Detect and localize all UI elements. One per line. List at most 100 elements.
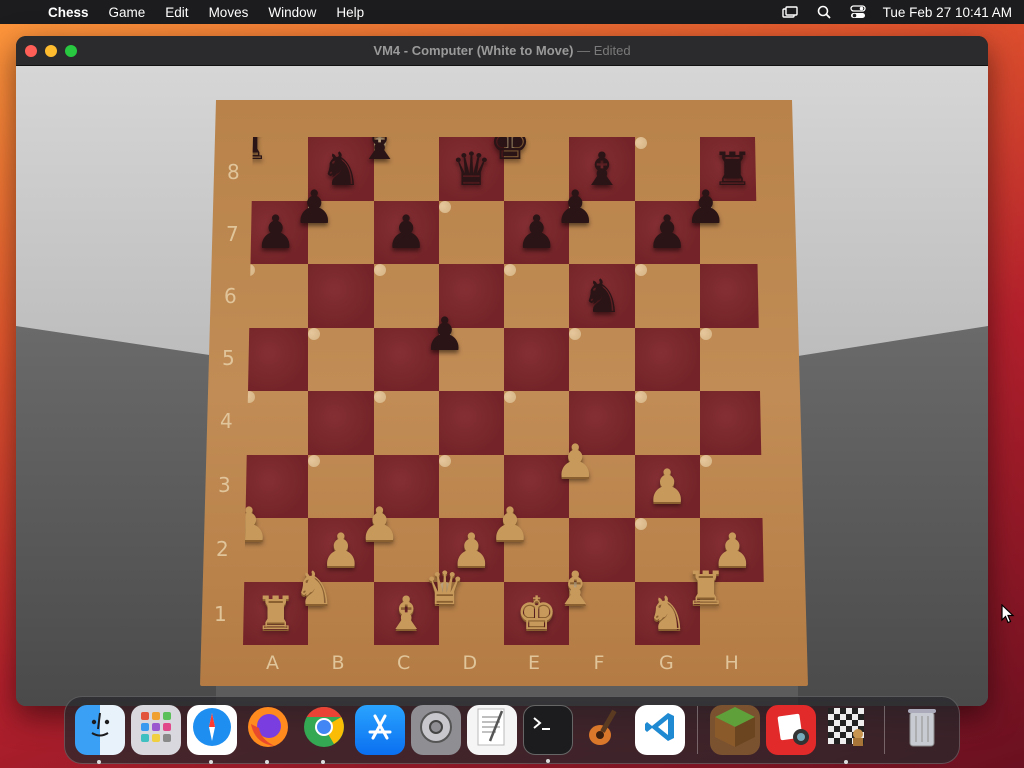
square-e2[interactable]: ♟ bbox=[489, 501, 530, 547]
white-bishop-c1[interactable]: ♝ bbox=[386, 590, 427, 636]
dock-trash[interactable] bbox=[897, 705, 947, 755]
square-b7[interactable]: ♟ bbox=[294, 184, 335, 230]
square-g6[interactable] bbox=[634, 264, 647, 276]
square-g4[interactable] bbox=[634, 391, 647, 403]
square-h1[interactable]: ♜ bbox=[685, 565, 726, 611]
black-pawn-g7[interactable]: ♟ bbox=[647, 209, 688, 255]
square-d4[interactable] bbox=[438, 391, 504, 455]
square-b5[interactable] bbox=[308, 327, 321, 340]
dock-finder[interactable] bbox=[75, 705, 125, 764]
white-knight-g1[interactable]: ♞ bbox=[647, 590, 688, 636]
clock[interactable]: Tue Feb 27 10:41 AM bbox=[883, 5, 1012, 20]
black-pawn-e7[interactable]: ♟ bbox=[516, 209, 557, 255]
square-c2[interactable]: ♟ bbox=[359, 501, 400, 547]
black-pawn-h7[interactable]: ♟ bbox=[685, 184, 726, 230]
square-d5[interactable]: ♟ bbox=[424, 311, 465, 357]
scene-floor-right bbox=[798, 326, 988, 706]
black-knight-f6[interactable]: ♞ bbox=[581, 273, 622, 319]
dock-textedit[interactable] bbox=[467, 705, 517, 755]
black-pawn-c7[interactable]: ♟ bbox=[386, 209, 427, 255]
dock-terminal[interactable] bbox=[523, 705, 573, 763]
dock-chess[interactable] bbox=[822, 705, 872, 764]
square-e6[interactable] bbox=[504, 264, 516, 276]
white-knight-b1[interactable]: ♞ bbox=[294, 565, 335, 611]
white-pawn-c2[interactable]: ♟ bbox=[359, 501, 400, 547]
chess-board[interactable]: ♜♞♝♛♚♝♜♟♟♟♟♟♟♟♞♟♟♟♟♟♟♟♟♟♜♞♝♛♚♝♞♜ bbox=[243, 137, 765, 645]
square-g5[interactable] bbox=[634, 327, 700, 391]
title-bar[interactable]: VM4 - Computer (White to Move) — Edited bbox=[16, 36, 988, 66]
square-g3[interactable]: ♟ bbox=[634, 454, 700, 518]
dock-garageband[interactable] bbox=[579, 705, 629, 755]
square-f1[interactable]: ♝ bbox=[555, 565, 596, 611]
close-button[interactable] bbox=[25, 45, 37, 57]
square-h3[interactable] bbox=[699, 454, 712, 467]
dock-chrome[interactable] bbox=[299, 705, 349, 764]
square-f5[interactable] bbox=[569, 327, 582, 340]
zoom-button[interactable] bbox=[65, 45, 77, 57]
square-g8[interactable] bbox=[634, 137, 647, 149]
square-a5[interactable] bbox=[243, 327, 309, 391]
dock-photo-booth[interactable] bbox=[766, 705, 816, 755]
square-d7[interactable] bbox=[438, 200, 451, 213]
square-h4[interactable] bbox=[699, 391, 765, 455]
white-queen-d1[interactable]: ♛ bbox=[424, 565, 465, 611]
square-b3[interactable] bbox=[308, 454, 321, 467]
square-e8[interactable]: ♚ bbox=[489, 137, 531, 166]
search-icon[interactable] bbox=[815, 5, 833, 19]
square-f6[interactable]: ♞ bbox=[569, 264, 635, 328]
rank-label-7: 7 bbox=[226, 222, 239, 246]
terminal-icon bbox=[530, 712, 566, 749]
black-pawn-d5[interactable]: ♟ bbox=[424, 311, 465, 357]
dock-system-settings[interactable] bbox=[411, 705, 461, 755]
file-label-b: B bbox=[331, 652, 345, 674]
black-pawn-a7[interactable]: ♟ bbox=[255, 209, 296, 255]
square-d3[interactable] bbox=[438, 454, 451, 467]
black-queen-d8[interactable]: ♛ bbox=[451, 146, 492, 192]
square-c7[interactable]: ♟ bbox=[373, 200, 439, 264]
white-pawn-e2[interactable]: ♟ bbox=[489, 501, 530, 547]
running-indicator bbox=[209, 760, 213, 764]
square-f7[interactable]: ♟ bbox=[555, 184, 596, 230]
square-h5[interactable] bbox=[699, 327, 712, 340]
white-pawn-f3[interactable]: ♟ bbox=[555, 438, 596, 484]
square-g2[interactable] bbox=[634, 518, 647, 530]
dock-app-store[interactable] bbox=[355, 705, 405, 755]
black-pawn-b7[interactable]: ♟ bbox=[294, 184, 335, 230]
rank-label-1: 1 bbox=[214, 602, 227, 626]
square-c8[interactable]: ♝ bbox=[359, 137, 400, 166]
square-c6[interactable] bbox=[373, 264, 386, 276]
square-h7[interactable]: ♟ bbox=[685, 184, 726, 230]
white-rook-a1[interactable]: ♜ bbox=[255, 590, 296, 636]
scene-floor-left bbox=[16, 326, 216, 706]
square-e5[interactable] bbox=[504, 327, 570, 391]
square-f3[interactable]: ♟ bbox=[555, 438, 596, 484]
square-b4[interactable] bbox=[308, 391, 374, 455]
square-b6[interactable] bbox=[308, 264, 374, 328]
square-d1[interactable]: ♛ bbox=[424, 565, 465, 611]
menu-game[interactable]: Game bbox=[109, 5, 146, 20]
dock-safari[interactable] bbox=[187, 705, 237, 764]
white-rook-h1[interactable]: ♜ bbox=[685, 565, 726, 611]
menu-moves[interactable]: Moves bbox=[209, 5, 249, 20]
control-center-icon[interactable] bbox=[849, 5, 867, 19]
app-menu-chess[interactable]: Chess bbox=[48, 5, 89, 20]
dock-vscode[interactable] bbox=[635, 705, 685, 755]
minimize-button[interactable] bbox=[45, 45, 57, 57]
screen-mirror-icon[interactable] bbox=[781, 5, 799, 19]
white-king-e1[interactable]: ♚ bbox=[516, 590, 557, 636]
square-h6[interactable] bbox=[699, 264, 765, 328]
white-bishop-f1[interactable]: ♝ bbox=[555, 565, 596, 611]
square-c4[interactable] bbox=[373, 391, 386, 403]
square-e4[interactable] bbox=[504, 391, 516, 403]
white-pawn-g3[interactable]: ♟ bbox=[647, 463, 688, 509]
black-pawn-f7[interactable]: ♟ bbox=[555, 184, 596, 230]
menu-edit[interactable]: Edit bbox=[165, 5, 188, 20]
dock-launchpad[interactable] bbox=[131, 705, 181, 755]
menu-window[interactable]: Window bbox=[268, 5, 316, 20]
rank-label-3: 3 bbox=[218, 473, 231, 497]
menu-help[interactable]: Help bbox=[336, 5, 364, 20]
dock-firefox[interactable] bbox=[243, 705, 293, 764]
square-b1[interactable]: ♞ bbox=[294, 565, 335, 611]
app-store-icon bbox=[363, 710, 397, 751]
dock-minecraft[interactable] bbox=[710, 705, 760, 755]
